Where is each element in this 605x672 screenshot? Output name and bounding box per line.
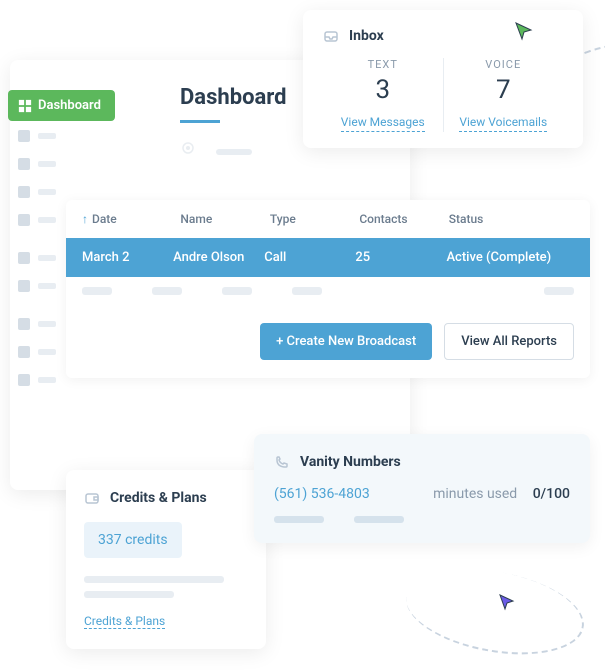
- sidebar-item[interactable]: [18, 130, 56, 142]
- inbox-icon: [323, 28, 339, 44]
- vanity-skeleton: [274, 516, 570, 523]
- text-count: 3: [323, 75, 443, 105]
- create-broadcast-button[interactable]: + Create New Broadcast: [260, 323, 432, 360]
- view-voicemails-link[interactable]: View Voicemails: [459, 115, 547, 132]
- cell-status: Active (Complete): [446, 250, 574, 265]
- broadcast-icon: [180, 140, 196, 156]
- credits-plans-link[interactable]: Credits & Plans: [84, 614, 165, 629]
- view-messages-link[interactable]: View Messages: [341, 115, 425, 132]
- voice-count: 7: [444, 75, 564, 105]
- voice-label: VOICE: [444, 58, 564, 71]
- inbox-card: Inbox TEXT 3 View Messages VOICE 7 View …: [303, 10, 583, 148]
- sidebar-item[interactable]: [18, 346, 56, 358]
- inbox-title: Inbox: [349, 28, 384, 44]
- ghost-row: [66, 277, 590, 305]
- sidebar-item[interactable]: [18, 252, 56, 264]
- title-underline: [180, 120, 220, 123]
- view-all-reports-button[interactable]: View All Reports: [444, 323, 574, 360]
- inbox-voice-col: VOICE 7 View Voicemails: [443, 58, 564, 132]
- col-status[interactable]: Status: [449, 212, 574, 226]
- table-row[interactable]: March 2 Andre Olson Call 25 Active (Comp…: [66, 238, 590, 277]
- page-title: Dashboard: [180, 85, 287, 110]
- broadcasts-table: ↑Date Name Type Contacts Status March 2 …: [66, 200, 590, 378]
- grid-icon: [18, 99, 32, 113]
- cell-type: Call: [264, 250, 355, 265]
- cell-date: March 2: [82, 250, 173, 265]
- col-type[interactable]: Type: [270, 212, 359, 226]
- ghost-content: [180, 140, 252, 160]
- credits-skeleton: [84, 576, 248, 598]
- wallet-icon: [84, 490, 100, 506]
- vanity-card: Vanity Numbers (561) 536-4803 minutes us…: [254, 434, 590, 543]
- text-label: TEXT: [323, 58, 443, 71]
- cell-contacts: 25: [355, 250, 446, 265]
- credits-card: Credits & Plans 337 credits Credits & Pl…: [66, 470, 266, 649]
- sidebar-item[interactable]: [18, 186, 56, 198]
- col-name[interactable]: Name: [180, 212, 269, 226]
- minutes-used-value: 0/100: [533, 486, 570, 502]
- cursor-green-icon: [513, 20, 535, 42]
- sidebar-item[interactable]: [18, 214, 56, 226]
- phone-icon: [274, 454, 290, 470]
- cell-name: Andre Olson: [173, 250, 264, 265]
- dashboard-badge-label: Dashboard: [38, 98, 101, 113]
- col-contacts[interactable]: Contacts: [359, 212, 448, 226]
- inbox-text-col: TEXT 3 View Messages: [323, 58, 443, 132]
- sidebar-item[interactable]: [18, 280, 56, 292]
- sidebar-item[interactable]: [18, 374, 56, 386]
- credits-title: Credits & Plans: [110, 490, 207, 506]
- vanity-phone-number[interactable]: (561) 536-4803: [274, 486, 370, 502]
- sidebar-item[interactable]: [18, 158, 56, 170]
- credits-pill: 337 credits: [84, 522, 182, 558]
- table-header: ↑Date Name Type Contacts Status: [66, 200, 590, 238]
- vanity-title: Vanity Numbers: [300, 454, 401, 470]
- sidebar-item[interactable]: [18, 318, 56, 330]
- cursor-purple-icon: [497, 592, 517, 612]
- minutes-used-label: minutes used: [433, 486, 517, 502]
- sidebar-nav: [18, 130, 56, 386]
- col-date[interactable]: ↑Date: [82, 212, 180, 226]
- decorative-curve: [399, 557, 590, 667]
- dashboard-nav-badge[interactable]: Dashboard: [8, 90, 115, 121]
